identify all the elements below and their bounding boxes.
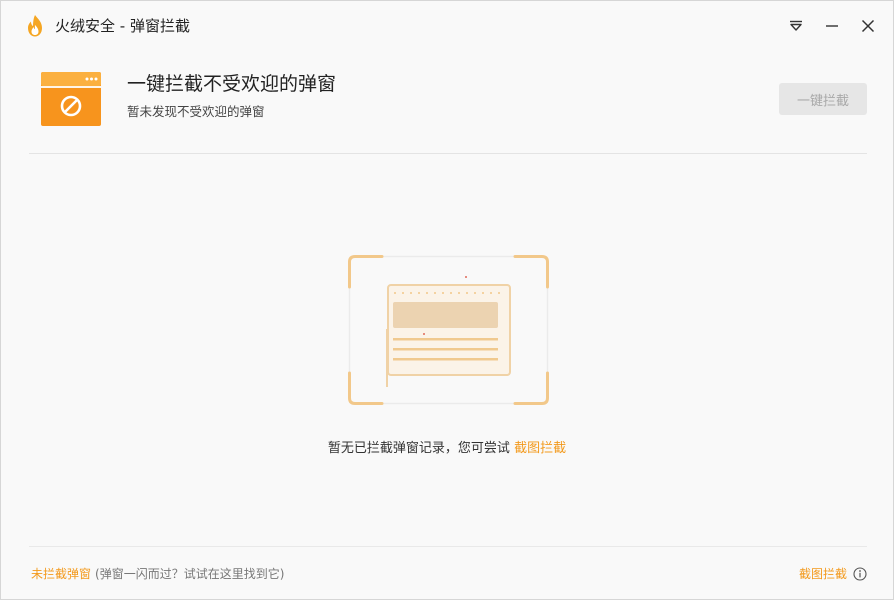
minimize-icon <box>826 25 838 27</box>
page-title: 一键拦截不受欢迎的弹窗 <box>127 73 337 95</box>
minimize-button[interactable] <box>820 14 844 38</box>
info-icon[interactable] <box>853 567 867 581</box>
footer-hint: (弹窗一闪而过？试试在这里找到它) <box>95 567 285 581</box>
one-click-block-button[interactable]: 一键拦截 <box>779 83 867 115</box>
footer-left: 未拦截弹窗 (弹窗一闪而过？试试在这里找到它) <box>31 565 284 583</box>
footer-right: 截图拦截 <box>799 565 867 583</box>
flame-logo-icon <box>28 15 42 37</box>
empty-state-message: 暂无已拦截弹窗记录，您可尝试 截图拦截 <box>1 440 893 458</box>
blocked-window-icon <box>41 72 101 126</box>
header-divider <box>29 153 867 154</box>
footer-divider <box>29 546 867 547</box>
window-title: 火绒安全 - 弹窗拦截 <box>55 17 190 35</box>
footer-screenshot-block-link[interactable]: 截图拦截 <box>799 565 847 583</box>
close-button[interactable] <box>856 14 880 38</box>
unblocked-popups-link[interactable]: 未拦截弹窗 <box>31 567 91 581</box>
close-icon <box>861 19 875 33</box>
menu-button[interactable] <box>784 14 808 38</box>
dropdown-menu-icon <box>790 20 802 31</box>
empty-state-text: 暂无已拦截弹窗记录，您可尝试 <box>327 441 510 456</box>
screenshot-block-link[interactable]: 截图拦截 <box>514 441 566 456</box>
popup-blocker-window: 火绒安全 - 弹窗拦截 一键拦截不受欢迎的弹窗 暂未发现不受欢迎的弹窗 一键拦截… <box>0 0 894 600</box>
title-bar[interactable]: 火绒安全 - 弹窗拦截 <box>1 1 893 51</box>
empty-popup-illustration <box>348 255 549 405</box>
page-subtitle: 暂未发现不受欢迎的弹窗 <box>127 104 265 119</box>
